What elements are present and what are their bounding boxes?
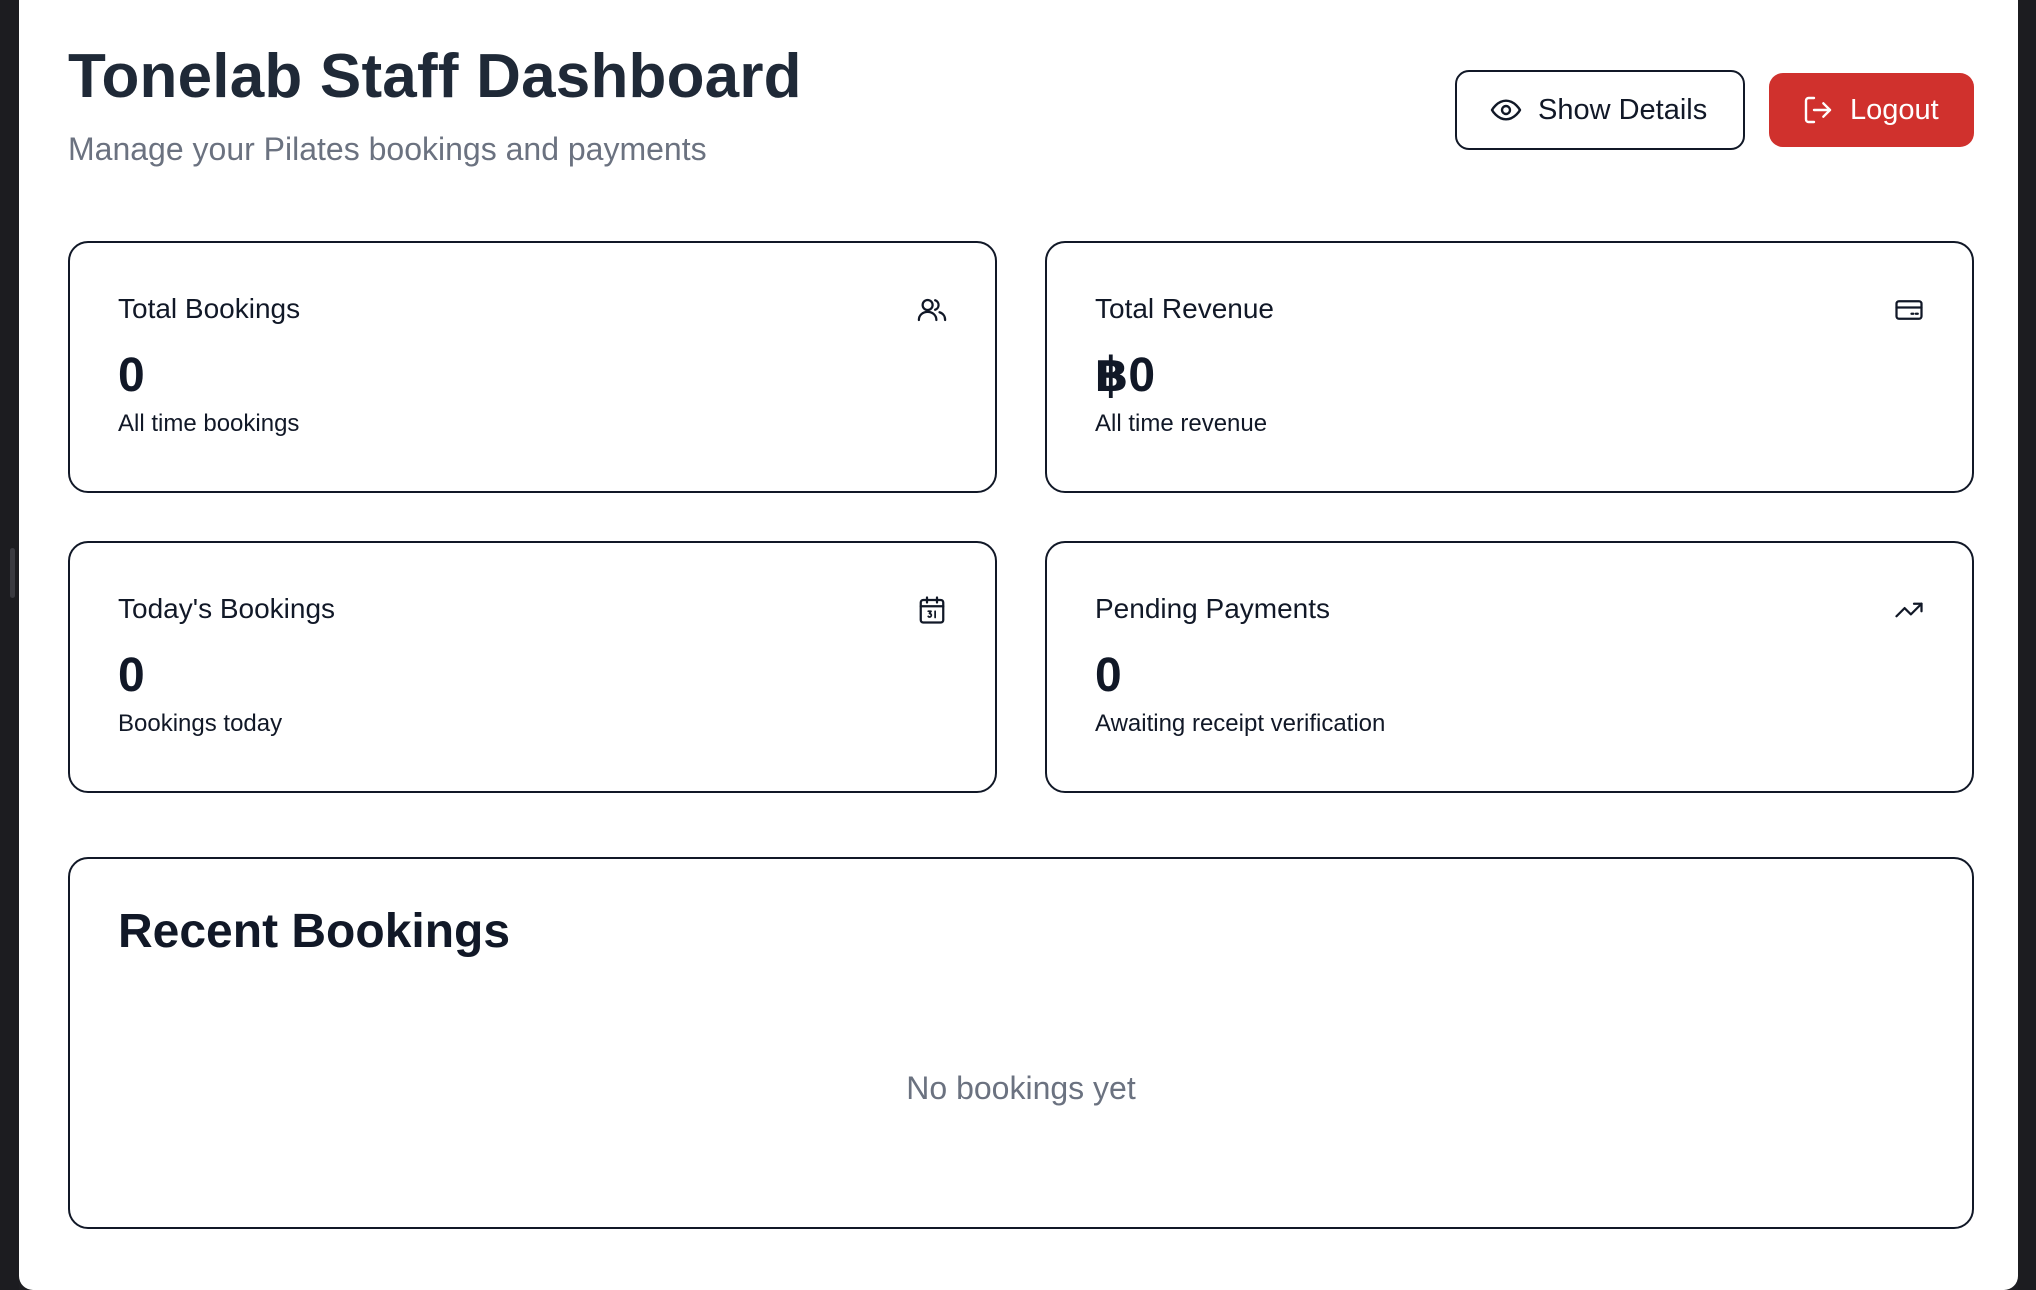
eye-icon	[1490, 94, 1522, 126]
window-frame-right	[2018, 0, 2036, 1290]
logout-label: Logout	[1850, 93, 1939, 126]
stat-card-todays-bookings: Today's Bookings 0 Bookings today	[68, 541, 997, 793]
stat-value: 0	[118, 649, 145, 702]
stat-value: ฿0	[1095, 349, 1156, 402]
resize-handle[interactable]	[10, 548, 15, 598]
show-details-button[interactable]: Show Details	[1455, 70, 1745, 150]
dashboard-page: Tonelab Staff Dashboard Manage your Pila…	[19, 0, 2018, 1290]
show-details-label: Show Details	[1538, 93, 1708, 126]
page-subtitle: Manage your Pilates bookings and payment…	[68, 131, 707, 167]
stat-card-pending-payments: Pending Payments 0 Awaiting receipt veri…	[1045, 541, 1974, 793]
stat-value: 0	[118, 349, 145, 402]
stat-label: Total Bookings	[118, 293, 301, 324]
stat-card-total-bookings: Total Bookings 0 All time bookings	[68, 241, 997, 493]
calendar-icon	[917, 595, 947, 625]
trending-up-icon	[1894, 595, 1924, 625]
empty-state-message: No bookings yet	[906, 1070, 1136, 1106]
stat-description: Bookings today	[118, 710, 283, 737]
log-out-icon	[1802, 94, 1834, 126]
stat-description: Awaiting receipt verification	[1095, 710, 1386, 737]
recent-bookings-panel: Recent Bookings No bookings yet	[68, 857, 1974, 1229]
page-title: Tonelab Staff Dashboard	[68, 42, 802, 111]
logout-button[interactable]: Logout	[1769, 73, 1974, 147]
stat-description: All time revenue	[1095, 410, 1268, 437]
stat-label: Total Revenue	[1095, 293, 1275, 324]
credit-card-icon	[1894, 295, 1924, 325]
stat-label: Today's Bookings	[118, 593, 336, 624]
users-icon	[917, 295, 947, 325]
recent-bookings-title: Recent Bookings	[118, 905, 511, 958]
stat-description: All time bookings	[118, 410, 300, 437]
stat-value: 0	[1095, 649, 1122, 702]
stat-label: Pending Payments	[1095, 593, 1331, 624]
stat-card-total-revenue: Total Revenue ฿0 All time revenue	[1045, 241, 1974, 493]
window-frame-left	[0, 0, 19, 1290]
